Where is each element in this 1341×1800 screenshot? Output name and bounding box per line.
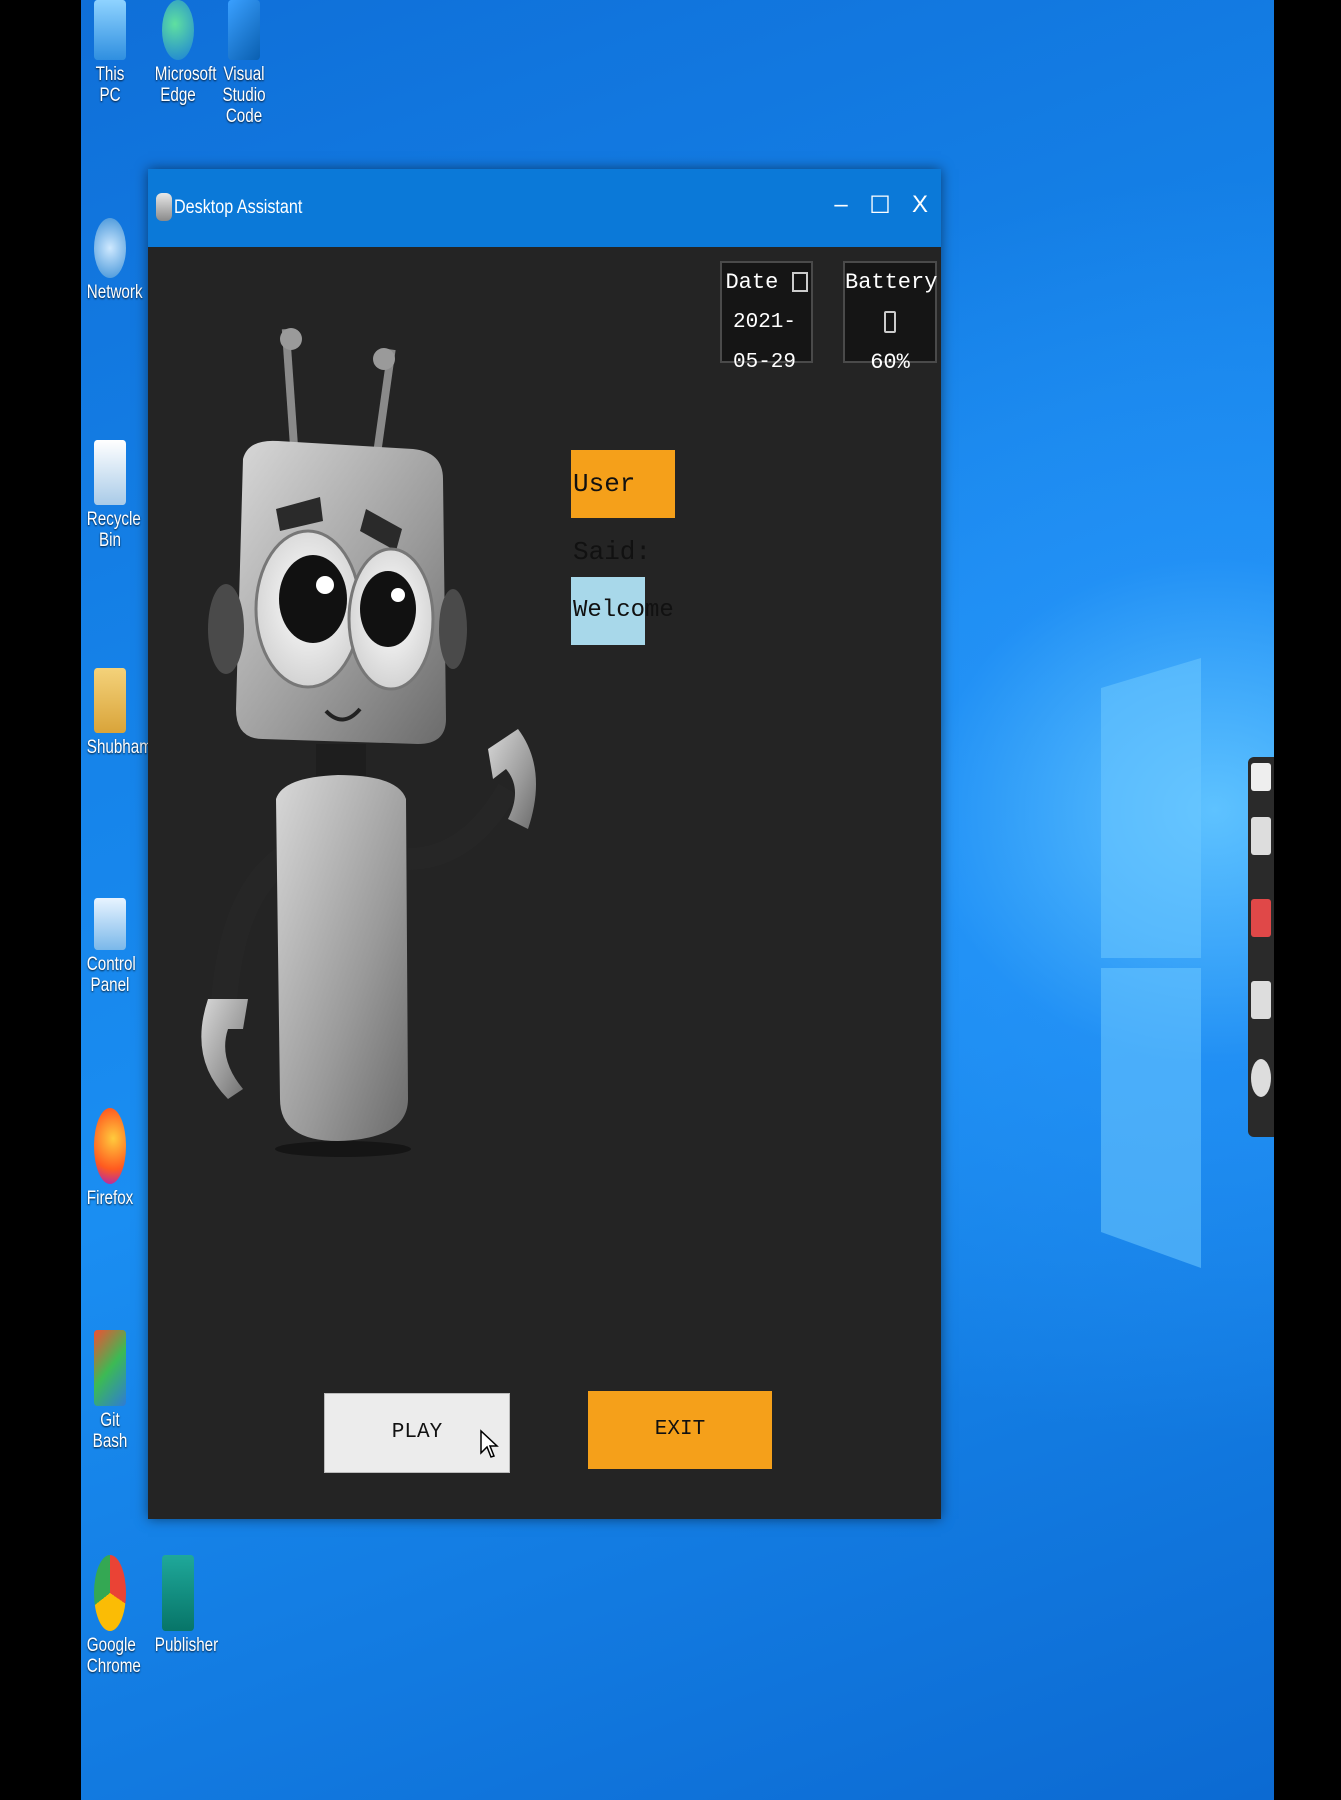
publisher-icon [162,1555,194,1631]
desktop-icon-label: Publisher [154,1635,219,1656]
desktop-icon-network[interactable]: Network [87,218,143,303]
desktop-icon-google-chrome[interactable]: Google Chrome [87,1555,141,1677]
window-titlebar[interactable]: Desktop Assistant – ☐ X [148,169,941,247]
desktop-icon-microsoft-edge[interactable]: Microsoft Edge [155,0,216,106]
minimize-button[interactable]: – [824,191,858,219]
record-icon[interactable] [1251,899,1271,937]
desktop-icon-label: Firefox [86,1188,134,1209]
desktop-icon-control-panel[interactable]: Control Panel [86,898,136,996]
desktop-icon-publisher[interactable]: Publisher [155,1555,218,1656]
gallery-icon[interactable] [1251,981,1271,1019]
mouse-cursor-icon [480,1429,499,1458]
desktop-icon-label: Visual Studio Code [222,64,266,127]
settings-gear-icon[interactable] [1251,1059,1271,1097]
floating-toolbar [1248,757,1274,1137]
git-bash-icon [94,1330,126,1406]
desktop-icon-recycle-bin[interactable]: Recycle Bin [87,440,141,551]
vscode-icon [228,0,260,60]
assistant-response: Welcome [571,577,674,645]
user-folder-icon [94,668,126,733]
control-panel-icon [94,898,126,950]
pin-icon[interactable] [1251,763,1271,791]
user-said-label: User Said: [571,450,675,567]
desktop-icon-label: Control Panel [86,954,136,996]
exit-button[interactable]: EXIT [588,1391,772,1469]
chrome-icon [94,1555,126,1631]
desktop-icon-this-pc[interactable]: This PC [87,0,133,106]
date-display: Date 2021-05-29 [720,261,813,374]
network-icon [94,218,126,278]
battery-display: Battery 60% [843,261,938,375]
robot-illustration [201,328,536,1157]
battery-label: Battery [845,270,938,295]
camera-icon[interactable] [1251,817,1271,855]
calendar-icon [791,272,808,293]
desktop-icon-label: Git Bash [92,1410,128,1452]
computer-icon [94,0,126,60]
desktop-assistant-window: Desktop Assistant – ☐ X Date 2021-05-29 … [148,169,941,1519]
battery-value: 60% [870,350,910,375]
edge-icon [162,0,194,60]
desktop-icon-git-bash[interactable]: Git Bash [87,1330,133,1452]
close-button[interactable]: X [903,191,937,219]
desktop-icon-label: Network [86,282,143,303]
desktop-icon-label: Google Chrome [86,1635,141,1677]
desktop-icon-visual-studio-code[interactable]: Visual Studio Code [221,0,267,127]
desktop-icon-label: Microsoft Edge [154,64,217,106]
desktop-icon-firefox[interactable]: Firefox [87,1108,133,1209]
battery-icon [884,311,896,334]
maximize-button[interactable]: ☐ [863,191,897,220]
desktop-icon-label: Shubham [86,737,152,758]
recycle-bin-icon [94,440,126,505]
window-title: Desktop Assistant [174,197,303,218]
date-label: Date [725,270,779,295]
date-value: 2021-05-29 [732,311,796,374]
firefox-icon [94,1108,126,1184]
desktop-icon-shubham[interactable]: Shubham [87,668,152,758]
desktop-icon-label: This PC [95,64,125,106]
desktop-icon-label: Recycle Bin [86,509,141,551]
app-icon [156,193,172,221]
